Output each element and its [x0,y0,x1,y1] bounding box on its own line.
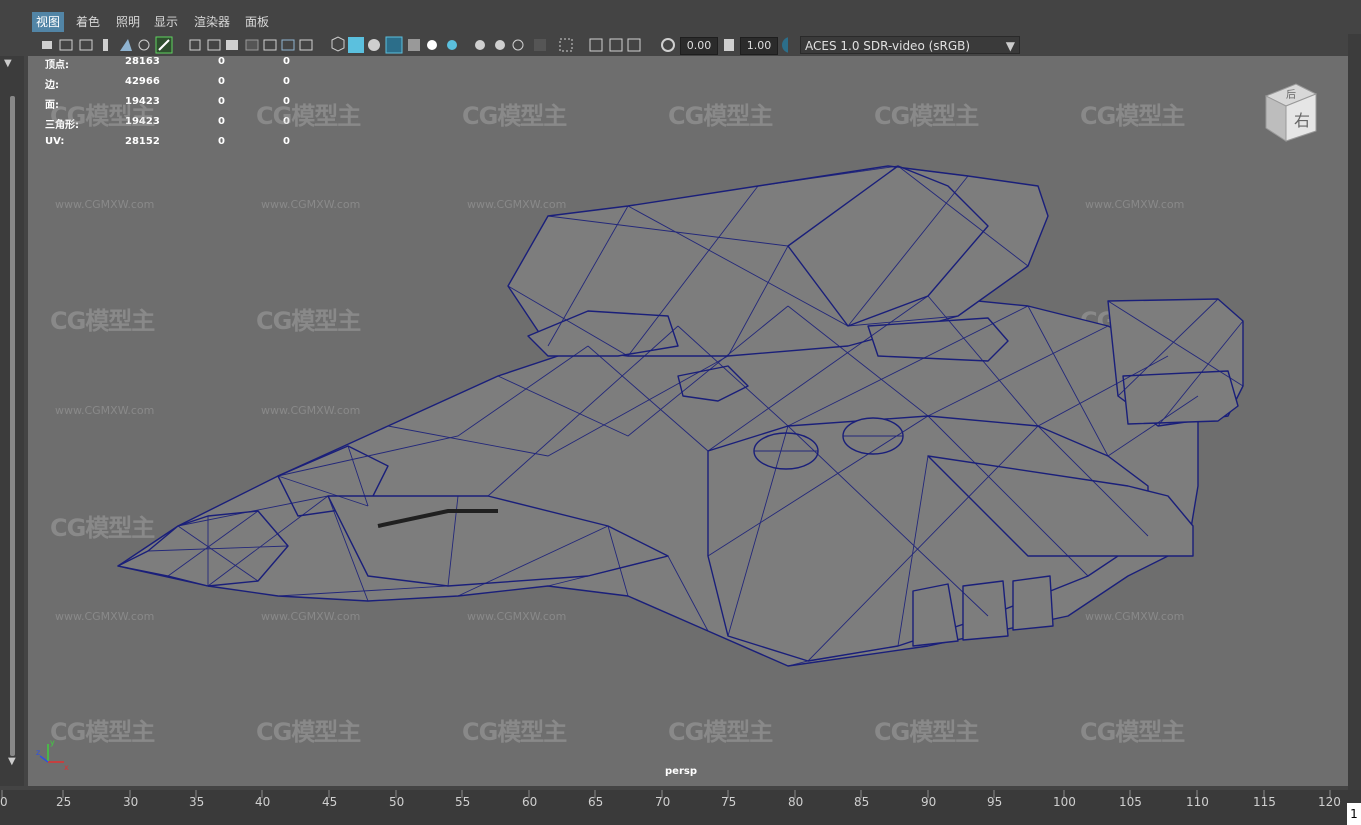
timeline-tick-label: 25 [56,795,72,809]
wireframe-icon[interactable] [331,36,345,52]
camera-name-label: persp [665,766,697,777]
timeline-tick-label: 45 [322,795,338,809]
2d-pan-zoom-icon[interactable] [138,39,150,51]
xray-joints-icon[interactable] [609,38,623,52]
spaceship-mesh[interactable] [28,56,1348,786]
timeline-tick-label: 115 [1253,795,1276,809]
timeline-tick-label: 60 [522,795,538,809]
grease-pencil-icon[interactable] [120,39,132,51]
smooth-shade-icon[interactable] [348,37,364,53]
timeline-tick-label: 55 [455,795,471,809]
timeline-tick-label: 90 [921,795,937,809]
textured-icon[interactable] [408,39,420,51]
field-chart-icon[interactable] [263,39,277,51]
timeline-tick-label: 0 [0,795,8,809]
left-scroll-strip: ▼ ▼ [0,56,24,786]
menu-view[interactable]: 视图 [32,12,65,32]
wireframe-on-shaded-icon[interactable] [385,36,403,54]
vertical-scrollbar[interactable] [10,96,15,756]
color-space-select[interactable]: ACES 1.0 SDR-video (sRGB) ▼ [800,36,1020,54]
timeline-tick-label: 95 [987,795,1003,809]
camera-select-icon[interactable] [42,41,52,49]
default-material-icon[interactable] [368,39,380,51]
timeline-tick-label: 35 [189,795,205,809]
timeline-tick-label: 100 [1053,795,1076,809]
panel-toolbar: 0.00 1.00 ACES 1.0 SDR-video (sRGB) ▼ [28,34,1348,56]
gamma-field[interactable]: 1.00 [740,37,778,55]
panel-menu-bar: 视图 着色 照明 显示 渲染器 面板 [0,0,1361,33]
color-space-label: ACES 1.0 SDR-video (sRGB) [805,39,971,53]
xray-components-icon[interactable] [627,38,641,52]
motion-blur-icon[interactable] [495,40,505,50]
persp-viewport[interactable]: 顶点: 28163 0 0 边: 42966 0 0 面: 19423 0 0 … [28,56,1348,786]
menu-panels[interactable]: 面板 [241,12,273,32]
current-frame-indicator[interactable]: 1 [1347,803,1361,825]
chevron-down-icon[interactable]: ▼ [8,756,16,767]
menu-shading[interactable]: 着色 [72,12,104,32]
timeline-tick-label: 80 [788,795,804,809]
color-management-icon[interactable] [782,37,788,53]
depth-of-field-icon[interactable] [534,39,546,51]
toolbar-icons [42,36,788,54]
viewcube-front-label: 右 [1294,111,1310,130]
timeline-tick-label: 65 [588,795,604,809]
viewcube-top-label: 后 [1286,89,1296,101]
timeline-tick-label: 105 [1119,795,1142,809]
timeline-tick-label: 70 [655,795,671,809]
film-gate-icon[interactable] [207,39,221,51]
axis-y-label: y [50,738,55,747]
camera-attributes-icon[interactable] [59,39,73,51]
menu-lighting[interactable]: 照明 [112,12,144,32]
menu-show[interactable]: 显示 [150,12,182,32]
time-slider[interactable]: 0 25 30 35 40 45 50 55 60 65 70 75 80 85… [0,790,1361,825]
chevron-down-icon[interactable]: ▼ [4,58,12,69]
viewcube[interactable]: 后 右 [1256,76,1326,146]
timeline-tick-label: 75 [721,795,737,809]
resolution-gate-icon[interactable] [226,40,238,50]
gate-mask-icon[interactable] [245,39,259,51]
axis-gizmo: y x z [36,738,69,772]
safe-title-icon[interactable] [299,39,313,51]
safe-action-icon[interactable] [281,39,295,51]
screen-space-ao-icon[interactable] [475,40,485,50]
shadows-icon[interactable] [447,40,457,50]
right-edge-strip [1348,34,1361,790]
chevron-down-icon: ▼ [1005,39,1015,53]
isolate-select-icon[interactable] [559,38,573,52]
exposure-field[interactable]: 0.00 [680,37,718,55]
grid-icon[interactable] [189,39,201,51]
timeline-tick-label: 110 [1186,795,1209,809]
timeline-tick-label: 50 [389,795,405,809]
use-all-lights-icon[interactable] [427,40,437,50]
timeline-tick-label: 120 [1318,795,1341,809]
timeline-tick-label: 85 [854,795,870,809]
axis-x-label: x [64,763,69,772]
menu-renderer[interactable]: 渲染器 [190,12,234,32]
image-plane-icon[interactable] [103,39,108,51]
timeline-tick-label: 40 [255,795,271,809]
exposure-icon[interactable] [661,38,675,52]
multisample-aa-icon[interactable] [512,39,524,51]
timeline-tick-label: 30 [123,795,139,809]
bookmark-icon[interactable] [79,39,93,51]
gamma-icon[interactable] [724,39,734,51]
xray-icon[interactable] [589,38,603,52]
axis-z-label: z [36,748,40,757]
